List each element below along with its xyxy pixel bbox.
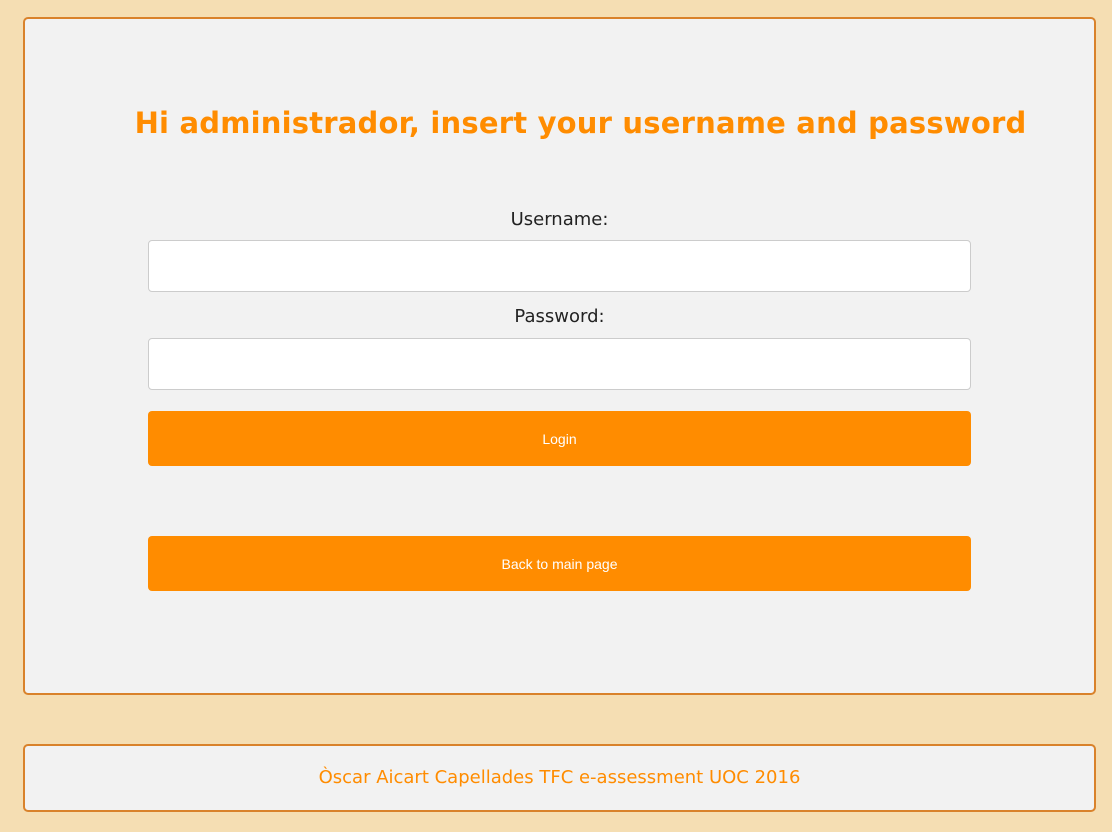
page-title: Hi administrador, insert your username a… (134, 106, 1027, 140)
username-input[interactable] (148, 240, 971, 292)
footer: Òscar Aicart Capellades TFC e-assessment… (23, 744, 1096, 812)
password-input[interactable] (148, 338, 971, 390)
username-label: Username: (510, 209, 609, 230)
login-button[interactable]: Login (148, 411, 971, 466)
footer-text: Òscar Aicart Capellades TFC e-assessment… (318, 767, 801, 788)
password-label: Password: (514, 306, 605, 327)
back-to-main-page-button[interactable]: Back to main page (148, 536, 971, 591)
login-panel: Hi administrador, insert your username a… (23, 17, 1096, 695)
